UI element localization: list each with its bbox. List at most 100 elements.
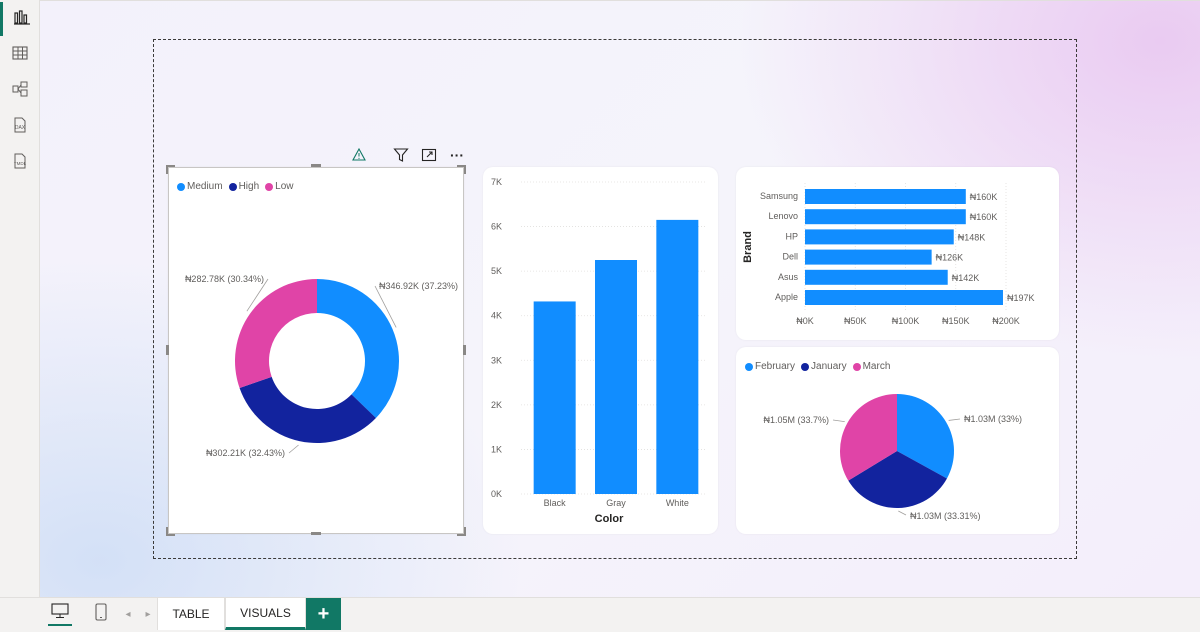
desktop-icon: [51, 602, 69, 624]
column-y-tick-label: 4K: [491, 311, 502, 321]
mobile-layout-button[interactable]: [91, 602, 111, 626]
report-view-icon: [13, 8, 31, 31]
add-page-button[interactable]: +: [306, 598, 341, 630]
resize-handle-left[interactable]: [166, 345, 169, 355]
column-x-tick-label: Gray: [606, 498, 626, 508]
column-bar-gray: [595, 260, 637, 494]
donut-data-label-high: ₦302.21K (32.43%): [206, 448, 285, 458]
donut-data-label-medium: ₦346.92K (37.23%): [379, 281, 458, 291]
bar-x-tick-label: ₦100K: [892, 316, 920, 326]
column-y-tick-label: 7K: [491, 177, 502, 187]
dax-query-view-icon: DAX: [11, 116, 29, 139]
donut-chart-visual[interactable]: Medium High Low ₦346.92K (37.23%) ₦302.21…: [168, 167, 464, 534]
dax-label: DAX: [15, 125, 26, 131]
resize-handle-top-right[interactable]: [457, 165, 466, 174]
report-view-button[interactable]: [0, 2, 40, 36]
table-view-icon: [11, 44, 29, 67]
bar-y-tick-label: Lenovo: [768, 211, 798, 221]
column-chart-svg: 0K 1K 2K 3K 4K 5K 6K 7K Black Gray White Color: [491, 177, 705, 525]
bar-x-tick-label: ₦50K: [844, 316, 867, 326]
bar-data-label: ₦160K: [970, 192, 998, 202]
pie-chart-visual[interactable]: February January March ₦1.03M (33%) ₦1.03…: [736, 347, 1059, 534]
view-switcher-rail: DAX TMDL: [0, 0, 40, 632]
bar-y-tick-label: Samsung: [760, 191, 798, 201]
bar-y-tick-label: Asus: [778, 272, 799, 282]
dax-query-view-button[interactable]: DAX: [0, 110, 40, 144]
pie-data-label-february: ₦1.03M (33%): [964, 414, 1022, 424]
tmdl-label: TMDL: [14, 161, 27, 166]
bar-y-tick-label: Apple: [775, 292, 798, 302]
donut-slice-low: [235, 279, 317, 389]
pie-data-label-january: ₦1.03M (33.31%): [910, 511, 981, 521]
column-y-tick-label: 3K: [491, 355, 502, 365]
bar-data-label: ₦126K: [936, 253, 964, 263]
bar-apple: [805, 290, 1003, 305]
scroll-left-button[interactable]: ◂: [122, 602, 134, 626]
pie-chart-svg: ₦1.03M (33%) ₦1.03M (33.31%) ₦1.05M (33.7%…: [763, 394, 1022, 521]
model-view-icon: [11, 80, 29, 103]
column-bar-black: [533, 301, 576, 494]
page-tab-visuals[interactable]: VISUALS: [225, 598, 306, 630]
column-y-tick-label: 6K: [491, 222, 502, 232]
page-tab-visuals-label: VISUALS: [240, 605, 291, 620]
donut-slice-high: [239, 376, 376, 444]
column-y-tick-label: 5K: [491, 266, 502, 276]
resize-handle-top-left[interactable]: [166, 165, 175, 174]
donut-chart-svg: ₦346.92K (37.23%) ₦302.21K (32.43%) ₦282.7…: [185, 274, 458, 458]
desktop-layout-button[interactable]: [48, 602, 72, 626]
pie-leader-line-february: [948, 418, 961, 421]
column-y-tick-label: 0K: [491, 489, 502, 499]
bar-y-axis-title: Brand: [742, 231, 754, 263]
pie-data-label-march: ₦1.05M (33.7%): [763, 415, 829, 425]
bar-asus: [805, 269, 948, 285]
column-y-tick-label: 2K: [491, 400, 502, 410]
bar-x-tick-label: ₦200K: [992, 316, 1020, 326]
tmdl-view-button[interactable]: TMDL: [0, 146, 40, 180]
resize-handle-bottom-right[interactable]: [457, 527, 466, 536]
resize-handle-bottom[interactable]: [311, 532, 321, 535]
resize-handle-top[interactable]: [311, 164, 321, 167]
filter-icon[interactable]: [392, 146, 410, 164]
bar-hp: [805, 229, 954, 245]
chevron-right-icon: ▸: [145, 608, 151, 620]
more-options-button[interactable]: ···: [448, 146, 466, 164]
warning-icon[interactable]: [350, 146, 368, 164]
donut-leader-line-high: [288, 444, 299, 454]
resize-handle-bottom-left[interactable]: [166, 527, 175, 536]
visual-header-toolbar: ···: [350, 145, 466, 165]
column-x-tick-label: Black: [544, 498, 567, 508]
bar-x-tick-label: ₦0K: [796, 316, 814, 326]
model-view-button[interactable]: [0, 74, 40, 108]
bar-chart-svg: ₦0K ₦50K ₦100K ₦150K ₦200K Samsung ₦160K Lenovo…: [742, 183, 1035, 326]
chevron-left-icon: ◂: [125, 608, 131, 620]
focus-mode-icon[interactable]: [420, 146, 438, 164]
bar-samsung: [805, 189, 966, 204]
column-x-axis-title: Color: [595, 513, 624, 525]
bar-data-label: ₦148K: [958, 232, 986, 242]
plus-icon: +: [317, 602, 330, 625]
column-x-tick-label: White: [666, 498, 689, 508]
table-view-button[interactable]: [0, 38, 40, 72]
bar-chart-visual[interactable]: ₦0K ₦50K ₦100K ₦150K ₦200K Samsung ₦160K Lenovo…: [736, 167, 1059, 340]
column-chart-visual[interactable]: 0K 1K 2K 3K 4K 5K 6K 7K Black Gray White Color: [483, 167, 718, 534]
bar-x-tick-label: ₦150K: [942, 316, 970, 326]
resize-handle-right[interactable]: [463, 345, 466, 355]
page-tab-table[interactable]: TABLE: [157, 598, 225, 630]
bar-dell: [805, 249, 932, 265]
page-tab-table-label: TABLE: [172, 607, 210, 621]
column-bar-white: [656, 219, 699, 494]
donut-data-label-low: ₦282.78K (30.34%): [185, 274, 264, 284]
bar-data-label: ₦197K: [1007, 293, 1035, 303]
bar-data-label: ₦142K: [952, 273, 980, 283]
mobile-phone-icon: [95, 602, 107, 626]
pie-leader-line-march: [832, 419, 845, 422]
scroll-right-button[interactable]: ▸: [142, 602, 154, 626]
bar-data-label: ₦160K: [970, 212, 998, 222]
bar-lenovo: [805, 209, 966, 225]
bar-y-tick-label: HP: [785, 231, 798, 241]
bar-y-tick-label: Dell: [782, 252, 798, 262]
column-y-tick-label: 1K: [491, 444, 502, 454]
pie-leader-line-january: [898, 510, 907, 516]
donut-slice-medium: [317, 279, 399, 418]
tmdl-view-icon: TMDL: [11, 152, 29, 175]
